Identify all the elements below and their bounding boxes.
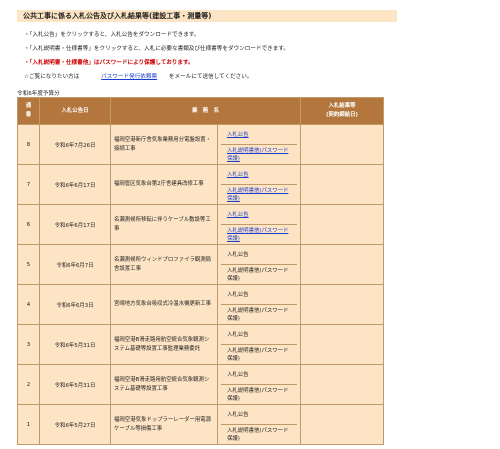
bid-result: [300, 204, 384, 245]
document-links: 入札公告入札説明書他(パスワード保護): [217, 404, 301, 445]
bid-notice-label: 入札公告: [227, 291, 249, 298]
document-links: 入札公告入札説明書他(パスワード保護): [217, 324, 301, 365]
note-spec-download: ・「入札説明書・仕様書等」をクリックすると、入札に必要な書類及び仕様書等をダウン…: [24, 46, 289, 52]
bid-notice-link: 入札公告: [221, 406, 297, 425]
table-row: 8 令和6年7月26日 福岡空港新庁舎気象業務用分電盤設置・接続工事 入札公告 入札説明…: [17, 124, 384, 165]
notice-date: 令和6年6月7日: [39, 244, 111, 285]
fiscal-year-label: 令和6年度予算分: [17, 91, 60, 97]
header-result: 入札結果等 (契約締結日): [300, 97, 384, 125]
header-no: 通番: [17, 97, 40, 125]
bid-documents-link: 入札説明書他(パスワード保護): [221, 304, 297, 324]
bid-result: [300, 244, 384, 285]
bid-documents-label: 入札説明書他(パスワード保護): [227, 387, 289, 402]
document-links: 入札公告入札説明書他(パスワード保護): [217, 284, 301, 325]
bid-documents-link: 入札説明書他(パスワード保護): [221, 424, 297, 444]
bid-notice-label: 入札公告: [227, 411, 249, 418]
table-row: 3 令和6年5月31日 福岡空港B滑走路用航空統合気象観測システム基礎等設置工事監理…: [17, 324, 384, 365]
page: 公共工事に係る入札公告及び入札結果等(建設工事・測量等) ・「入札公告」をクリッ…: [0, 0, 500, 449]
bid-notice-table: 通番 入札公告日 業 務 名 入札結果等 (契約締結日) 8 令和6年7月26日福…: [17, 97, 384, 445]
row-number: 8: [17, 124, 40, 165]
notice-date: 令和6年5月31日: [39, 324, 111, 365]
notice-date: 令和6年6月17日: [39, 164, 111, 205]
table-row: 5 令和6年6月7日 名瀬測候所ウィンドプロファイラ観測局舎設置工事 入札公告 入札説明…: [17, 244, 384, 285]
row-number: 6: [17, 204, 40, 245]
table-row: 2 令和6年5月31日 福岡空港B滑走路用航空統合気象観測システム基礎等設置工事 入札…: [17, 364, 384, 405]
bid-documents-label: 入札説明書他(パスワード保護): [227, 307, 289, 322]
bid-documents-label: 入札説明書他(パスワード保護): [227, 227, 289, 242]
header-name: 業 務 名: [110, 97, 301, 125]
password-note-prefix: ☆ご覧になりたい方は: [24, 74, 80, 80]
table-header-row: 通番 入札公告日 業 務 名 入札結果等 (契約締結日): [17, 97, 384, 125]
bid-notice-link: 入札公告: [221, 366, 297, 385]
bid-documents-label: 入札説明書他(パスワード保護): [227, 147, 289, 162]
notice-date: 令和6年5月27日: [39, 404, 111, 445]
project-name: 福岡空港B滑走路用航空統合気象観測システム基礎等設置工事: [110, 364, 218, 405]
bid-documents-link[interactable]: 入札説明書他(パスワード保護): [221, 184, 297, 204]
note-password-protected: ・「入札説明書・仕様書他」はパスワードにより保護しております。: [24, 60, 194, 66]
table-row: 1 令和6年5月27日 福岡空港気象ドップラーレーダー用電源ケーブル等損傷工事 入札公…: [17, 404, 384, 445]
table-row: 7 令和6年6月17日 福岡管区気象台第2庁舎建具改修工事 入札公告 入札説明書他(パス…: [17, 164, 384, 205]
bid-documents-label: 入札説明書他(パスワード保護): [227, 347, 289, 362]
bid-notice-link[interactable]: 入札公告: [221, 166, 297, 185]
project-name: 福岡管区気象台第2庁舎建具改修工事: [110, 164, 218, 205]
row-number: 1: [17, 404, 40, 445]
bid-notice-label: 入札公告: [227, 251, 249, 258]
document-links: 入札公告入札説明書他(パスワード保護): [217, 164, 301, 205]
bid-documents-label: 入札説明書他(パスワード保護): [227, 427, 289, 442]
password-request-form-link[interactable]: パスワード発行依頼票: [101, 74, 157, 80]
bid-notice-link[interactable]: 入札公告: [221, 206, 297, 225]
bid-documents-link: 入札説明書他(パスワード保護): [221, 264, 297, 284]
notice-date: 令和6年5月31日: [39, 364, 111, 405]
bid-notice-label: 入札公告: [227, 331, 249, 338]
bid-result: [300, 324, 384, 365]
row-number: 7: [17, 164, 40, 205]
page-title: 公共工事に係る入札公告及び入札結果等(建設工事・測量等): [17, 10, 397, 22]
bid-documents-label: 入札説明書他(パスワード保護): [227, 187, 289, 202]
document-links: 入札公告入札説明書他(パスワード保護): [217, 124, 301, 165]
table-row: 4 令和6年6月3日 宮崎地方気象台吸収式冷温水機更新工事 入札公告 入札説明書他(パス…: [17, 284, 384, 325]
bid-result: [300, 284, 384, 325]
bid-documents-link: 入札説明書他(パスワード保護): [221, 344, 297, 364]
project-name: 福岡空港新庁舎気象業務用分電盤設置・接続工事: [110, 124, 218, 165]
note-notice-download: ・「入札公告」をクリックすると、入札公告をダウンロードできます。: [24, 32, 200, 38]
bid-notice-link: 入札公告: [221, 286, 297, 305]
project-name: 宮崎地方気象台吸収式冷温水機更新工事: [110, 284, 218, 325]
bid-notice-label: 入札公告: [227, 211, 249, 218]
bid-result: [300, 124, 384, 165]
instructions: ・「入札公告」をクリックすると、入札公告をダウンロードできます。 ・「入札説明書…: [24, 28, 289, 84]
bid-result: [300, 364, 384, 405]
row-number: 5: [17, 244, 40, 285]
bid-documents-label: 入札説明書他(パスワード保護): [227, 267, 289, 282]
row-number: 2: [17, 364, 40, 405]
bid-documents-link: 入札説明書他(パスワード保護): [221, 384, 297, 404]
bid-notice-link[interactable]: 入札公告: [221, 126, 297, 145]
table-row: 6 令和6年6月17日 名瀬測候所移転に伴うケーブル敷設等工事 入札公告 入札説明書他(…: [17, 204, 384, 245]
document-links: 入札公告入札説明書他(パスワード保護): [217, 364, 301, 405]
document-links: 入札公告入札説明書他(パスワード保護): [217, 204, 301, 245]
project-name: 福岡空港気象ドップラーレーダー用電源ケーブル等損傷工事: [110, 404, 218, 445]
row-number: 3: [17, 324, 40, 365]
bid-notice-link: 入札公告: [221, 246, 297, 265]
header-date: 入札公告日: [39, 97, 111, 125]
password-note-suffix: をメールにて送信してください。: [168, 74, 253, 80]
bid-notice-label: 入札公告: [227, 131, 249, 138]
bid-notice-link: 入札公告: [221, 326, 297, 345]
note-password-request: ☆ご覧になりたい方は パスワード発行依頼票 をメールにて送信してください。: [24, 70, 289, 84]
bid-result: [300, 164, 384, 205]
bid-documents-link[interactable]: 入札説明書他(パスワード保護): [221, 224, 297, 244]
document-links: 入札公告入札説明書他(パスワード保護): [217, 244, 301, 285]
project-name: 名瀬測候所ウィンドプロファイラ観測局舎設置工事: [110, 244, 218, 285]
bid-result: [300, 404, 384, 445]
notice-date: 令和6年6月17日: [39, 204, 111, 245]
bid-notice-label: 入札公告: [227, 371, 249, 378]
row-number: 4: [17, 284, 40, 325]
notice-date: 令和6年7月26日: [39, 124, 111, 165]
bid-documents-link[interactable]: 入札説明書他(パスワード保護): [221, 144, 297, 164]
notice-date: 令和6年6月3日: [39, 284, 111, 325]
project-name: 名瀬測候所移転に伴うケーブル敷設等工事: [110, 204, 218, 245]
bid-notice-label: 入札公告: [227, 171, 249, 178]
project-name: 福岡空港B滑走路用航空統合気象観測システム基礎等設置工事監理業務委託: [110, 324, 218, 365]
